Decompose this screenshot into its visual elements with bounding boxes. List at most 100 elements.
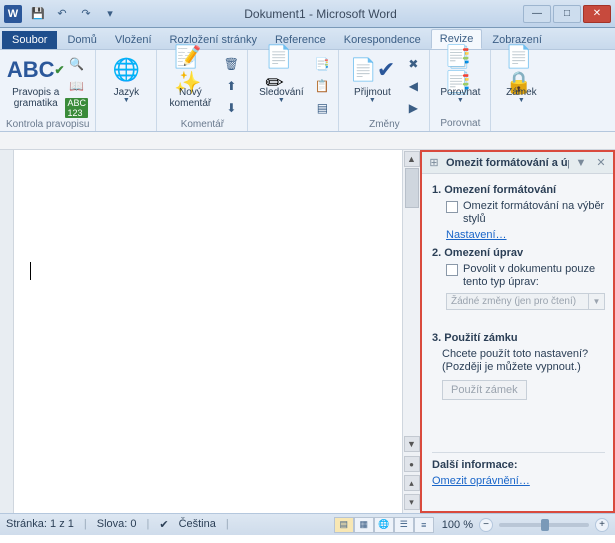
scroll-thumb[interactable] bbox=[405, 168, 419, 208]
new-comment-button[interactable]: 📝✨ Nový komentář bbox=[163, 52, 217, 109]
prev-page-icon[interactable]: ▴ bbox=[404, 475, 420, 491]
group-comments: 📝✨ Nový komentář 🗑 ⬆ ⬇ Komentář bbox=[157, 50, 248, 131]
group-proofing: ABC✔ Pravopis a gramatika 🔍 📖 ABC123 Kon… bbox=[0, 50, 96, 131]
display-for-review-icon[interactable]: 📑 bbox=[312, 54, 332, 74]
section-1-title: 1. Omezení formátování bbox=[432, 184, 605, 196]
tab-insert[interactable]: Vložení bbox=[107, 31, 160, 49]
task-pane-body: 1. Omezení formátování Omezit formátován… bbox=[422, 174, 613, 511]
apply-lock-button: Použít zámek bbox=[442, 380, 527, 400]
save-icon[interactable]: 💾 bbox=[28, 4, 48, 24]
close-button[interactable]: ✕ bbox=[583, 5, 611, 23]
qat-customize-icon[interactable]: ▾ bbox=[100, 4, 120, 24]
section-2-title: 2. Omezení úprav bbox=[432, 247, 605, 259]
document-page[interactable] bbox=[14, 150, 402, 513]
zoom-slider[interactable] bbox=[499, 523, 589, 527]
reject-icon[interactable]: ✖ bbox=[403, 54, 423, 74]
compare-icon: 📑📑 bbox=[444, 54, 476, 86]
status-language[interactable]: Čeština bbox=[179, 518, 216, 531]
print-layout-view-icon[interactable]: ▤ bbox=[334, 517, 354, 533]
zoom-controls: 100 % − + bbox=[442, 518, 609, 532]
zoom-percent[interactable]: 100 % bbox=[442, 519, 473, 531]
delete-comment-icon[interactable]: 🗑 bbox=[221, 54, 241, 74]
pane-dropdown-icon[interactable]: ▼ bbox=[573, 155, 589, 171]
pane-move-icon[interactable]: ⊞ bbox=[426, 155, 442, 171]
titlebar: W 💾 ↶ ↷ ▾ Dokument1 - Microsoft Word — □… bbox=[0, 0, 615, 28]
view-buttons: ▤ ▦ 🌐 ☰ ≡ bbox=[334, 517, 434, 533]
lock-icon: 📄🔒 bbox=[505, 54, 537, 86]
vertical-scrollbar[interactable]: ▲ ▼ ● ▴ ▾ bbox=[402, 150, 420, 513]
track-changes-icon: 📄✏ bbox=[265, 54, 297, 86]
accept-icon: 📄✔ bbox=[356, 54, 388, 86]
group-tracking: 📄✏ Sledování ▼ 📑 📋 ▤ bbox=[248, 50, 339, 131]
status-words[interactable]: Slova: 0 bbox=[97, 518, 137, 531]
scroll-down-icon[interactable]: ▼ bbox=[404, 436, 420, 452]
group-compare: 📑📑 Porovnat ▼ Porovnat bbox=[430, 50, 491, 131]
window-title: Dokument1 - Microsoft Word bbox=[120, 7, 521, 21]
protect-button[interactable]: 📄🔒 Zámek ▼ bbox=[497, 52, 545, 104]
prev-change-icon[interactable]: ◀ bbox=[403, 76, 423, 96]
outline-view-icon[interactable]: ☰ bbox=[394, 517, 414, 533]
chevron-down-icon: ▼ bbox=[589, 293, 605, 310]
more-info-title: Další informace: bbox=[432, 459, 605, 471]
thesaurus-icon[interactable]: 📖 bbox=[67, 76, 87, 96]
ribbon: ABC✔ Pravopis a gramatika 🔍 📖 ABC123 Kon… bbox=[0, 50, 615, 132]
globe-icon: 🌐 bbox=[110, 54, 142, 86]
limit-formatting-label: Omezit formátování na výběr stylů bbox=[463, 200, 605, 226]
show-markup-icon[interactable]: 📋 bbox=[312, 76, 332, 96]
settings-link[interactable]: Nastavení… bbox=[446, 229, 605, 241]
maximize-button[interactable]: □ bbox=[553, 5, 581, 23]
zoom-out-button[interactable]: − bbox=[479, 518, 493, 532]
undo-icon[interactable]: ↶ bbox=[52, 4, 72, 24]
select-browse-object-icon[interactable]: ● bbox=[404, 456, 420, 472]
app-icon: W bbox=[4, 5, 22, 23]
zoom-thumb[interactable] bbox=[541, 519, 549, 531]
allow-editing-checkbox[interactable] bbox=[446, 264, 458, 276]
ruler bbox=[0, 132, 615, 150]
prev-comment-icon[interactable]: ⬆ bbox=[221, 76, 241, 96]
research-icon[interactable]: 🔍 bbox=[67, 54, 87, 74]
language-button[interactable]: 🌐 Jazyk ▼ bbox=[102, 52, 150, 104]
statusbar: Stránka: 1 z 1| Slova: 0| ✔ Čeština| ▤ ▦… bbox=[0, 513, 615, 535]
next-page-icon[interactable]: ▾ bbox=[404, 494, 420, 510]
limit-formatting-checkbox[interactable] bbox=[446, 201, 458, 213]
quick-access-toolbar: 💾 ↶ ↷ ▾ bbox=[28, 4, 120, 24]
text-cursor bbox=[30, 262, 31, 280]
restrict-permission-link[interactable]: Omezit oprávnění… bbox=[432, 475, 605, 487]
word-count-icon[interactable]: ABC123 bbox=[67, 98, 87, 118]
zoom-in-button[interactable]: + bbox=[595, 518, 609, 532]
proofing-status-icon[interactable]: ✔ bbox=[159, 518, 168, 531]
spelling-icon: ABC✔ bbox=[20, 54, 52, 86]
reviewing-pane-icon[interactable]: ▤ bbox=[312, 98, 332, 118]
group-protect: 📄🔒 Zámek ▼ bbox=[491, 50, 551, 131]
draft-view-icon[interactable]: ≡ bbox=[414, 517, 434, 533]
full-screen-view-icon[interactable]: ▦ bbox=[354, 517, 374, 533]
task-pane-title: Omezit formátování a úpravy bbox=[446, 157, 569, 169]
pane-close-icon[interactable]: ✕ bbox=[593, 155, 609, 171]
status-page[interactable]: Stránka: 1 z 1 bbox=[6, 518, 74, 531]
track-changes-button[interactable]: 📄✏ Sledování ▼ bbox=[254, 52, 308, 104]
restrict-editing-pane: ⊞ Omezit formátování a úpravy ▼ ✕ 1. Ome… bbox=[420, 150, 615, 513]
tab-file[interactable]: Soubor bbox=[2, 31, 57, 49]
tab-home[interactable]: Domů bbox=[59, 31, 104, 49]
next-comment-icon[interactable]: ⬇ bbox=[221, 98, 241, 118]
section-3-title: 3. Použití zámku bbox=[432, 332, 605, 344]
scroll-up-icon[interactable]: ▲ bbox=[404, 151, 420, 167]
redo-icon[interactable]: ↷ bbox=[76, 4, 96, 24]
tab-mail[interactable]: Korespondence bbox=[336, 31, 429, 49]
next-change-icon[interactable]: ▶ bbox=[403, 98, 423, 118]
workarea: ▲ ▼ ● ▴ ▾ ⊞ Omezit formátování a úpravy … bbox=[0, 150, 615, 513]
allow-editing-label: Povolit v dokumentu pouze tento typ úpra… bbox=[463, 263, 605, 289]
compare-button[interactable]: 📑📑 Porovnat ▼ bbox=[436, 52, 484, 104]
accept-button[interactable]: 📄✔ Přijmout ▼ bbox=[345, 52, 399, 104]
window-controls: — □ ✕ bbox=[521, 5, 611, 23]
minimize-button[interactable]: — bbox=[523, 5, 551, 23]
section-3-text: Chcete použít toto nastavení? (Později j… bbox=[442, 348, 605, 374]
web-layout-view-icon[interactable]: 🌐 bbox=[374, 517, 394, 533]
document-column bbox=[0, 150, 402, 513]
spelling-grammar-button[interactable]: ABC✔ Pravopis a gramatika bbox=[9, 52, 63, 109]
editing-type-dropdown: Žádné změny (jen pro čtení) ▼ bbox=[446, 293, 605, 310]
task-pane-header: ⊞ Omezit formátování a úpravy ▼ ✕ bbox=[422, 152, 613, 174]
divider bbox=[432, 452, 605, 453]
new-comment-icon: 📝✨ bbox=[174, 54, 206, 86]
group-language: 🌐 Jazyk ▼ bbox=[96, 50, 157, 131]
